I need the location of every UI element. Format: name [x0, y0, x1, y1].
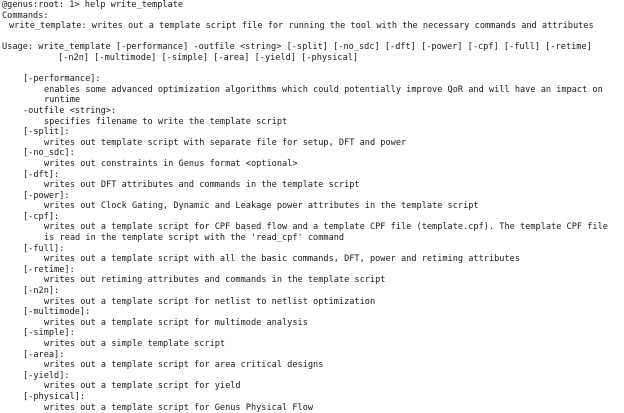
option-flag: [-performance]: — [23, 74, 101, 85]
option-description: runtime — [44, 95, 81, 106]
option-description: writes out retiming attributes and comma… — [44, 275, 386, 286]
option-flag: [-cpf]: — [23, 211, 60, 222]
terminal-window[interactable]: @genus:root: 1> help write_template Comm… — [0, 0, 624, 413]
usage-line-continued: [-n2n] [-multimode] [-simple] [-area] [-… — [58, 52, 359, 63]
option-description: writes out a template script for yield — [44, 381, 241, 392]
option-description: writes out template script with separate… — [44, 137, 407, 148]
option-flag: [-no_sdc]: — [23, 148, 75, 159]
option-flag: [-split]: — [23, 127, 70, 138]
option-flag: [-dft]: — [23, 169, 60, 180]
option-flag: [-physical]: — [23, 391, 86, 402]
shell-prompt: @genus:root: 1> — [2, 0, 85, 10]
option-description: enables some advanced optimization algor… — [44, 84, 603, 95]
option-description: writes out DFT attributes and commands i… — [44, 180, 360, 191]
option-description: writes out a template script for multimo… — [44, 317, 308, 328]
option-description: specifies filename to write the template… — [44, 116, 288, 127]
usage-line: Usage: write_template [-performance] -ou… — [2, 42, 592, 53]
option-flag: [-area]: — [23, 349, 65, 360]
option-description: writes out a template script for netlist… — [44, 296, 376, 307]
option-flag: -outfile <string>: — [23, 105, 117, 116]
option-flag: [-retime]: — [23, 264, 75, 275]
option-flag: [-multimode]: — [23, 307, 91, 318]
command-summary: write_template: writes out a template sc… — [9, 21, 594, 32]
option-description: writes out a template script for Genus P… — [44, 402, 314, 413]
option-flag: [-power]: — [23, 190, 70, 201]
option-description: writes out constraints in Genus format <… — [44, 158, 298, 169]
options-list: [-performance]: enables some advanced opt… — [2, 74, 624, 413]
commands-label: Commands: — [2, 10, 49, 21]
option-flag: [-n2n]: — [23, 286, 60, 297]
prompt-line: @genus:root: 1> help write_template — [2, 0, 624, 11]
option-flag: [-simple]: — [23, 328, 75, 339]
option-description: writes out a template script with all th… — [44, 254, 520, 265]
option-description: is read in the template script with the … — [44, 233, 345, 244]
option-flag: [-full]: — [23, 243, 65, 254]
option-description: writes out a simple template script — [44, 339, 226, 349]
option-description: writes out Clock Gating, Dynamic and Lea… — [44, 201, 479, 212]
option-description: writes out a template script for CPF bas… — [44, 222, 608, 233]
option-flag: [-yield]: — [23, 370, 70, 381]
option-description: writes out a template script for area cr… — [44, 360, 324, 371]
typed-command: help write_template — [84, 0, 184, 10]
